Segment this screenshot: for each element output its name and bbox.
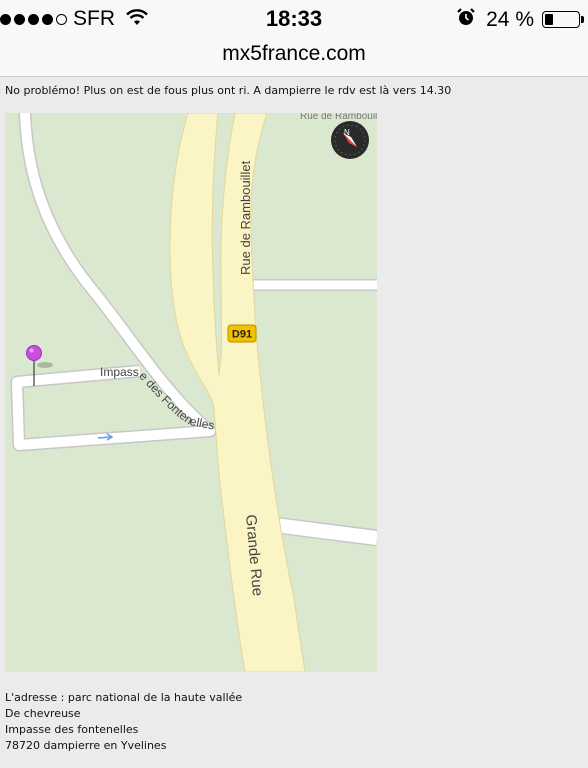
svg-text:D91: D91 [232, 329, 252, 341]
battery-percent: 24 % [486, 7, 534, 31]
status-bar: SFR 18:33 24 % [0, 0, 588, 40]
street-label-top-partial: Rue de Rambouillet [300, 113, 377, 122]
page-url[interactable]: mx5france.com [0, 40, 588, 68]
battery-level [545, 14, 553, 25]
status-right: 24 % [456, 7, 584, 32]
svg-text:N: N [344, 128, 350, 137]
battery-icon [542, 11, 584, 28]
address-line: Impasse des fontenelles [5, 723, 139, 736]
address-line: 78720 dampierre en Yvelines [5, 739, 167, 752]
route-badge-d91: D91 [227, 324, 257, 343]
map-view[interactable]: D91 Rue de Rambouillet Grande Rue Impass… [5, 113, 377, 672]
alarm-icon [456, 7, 476, 32]
street-label-rambouillet: Rue de Rambouillet [238, 160, 253, 275]
post-message: No problémo! Plus on est de fous plus on… [5, 84, 452, 97]
address-line: L'adresse : parc national de la haute va… [5, 691, 243, 704]
address-line: De chevreuse [5, 707, 81, 720]
compass-icon[interactable]: N [331, 121, 369, 159]
url-bar[interactable]: mx5france.com [0, 40, 588, 77]
address-block: L'adresse : parc national de la haute va… [5, 690, 242, 754]
